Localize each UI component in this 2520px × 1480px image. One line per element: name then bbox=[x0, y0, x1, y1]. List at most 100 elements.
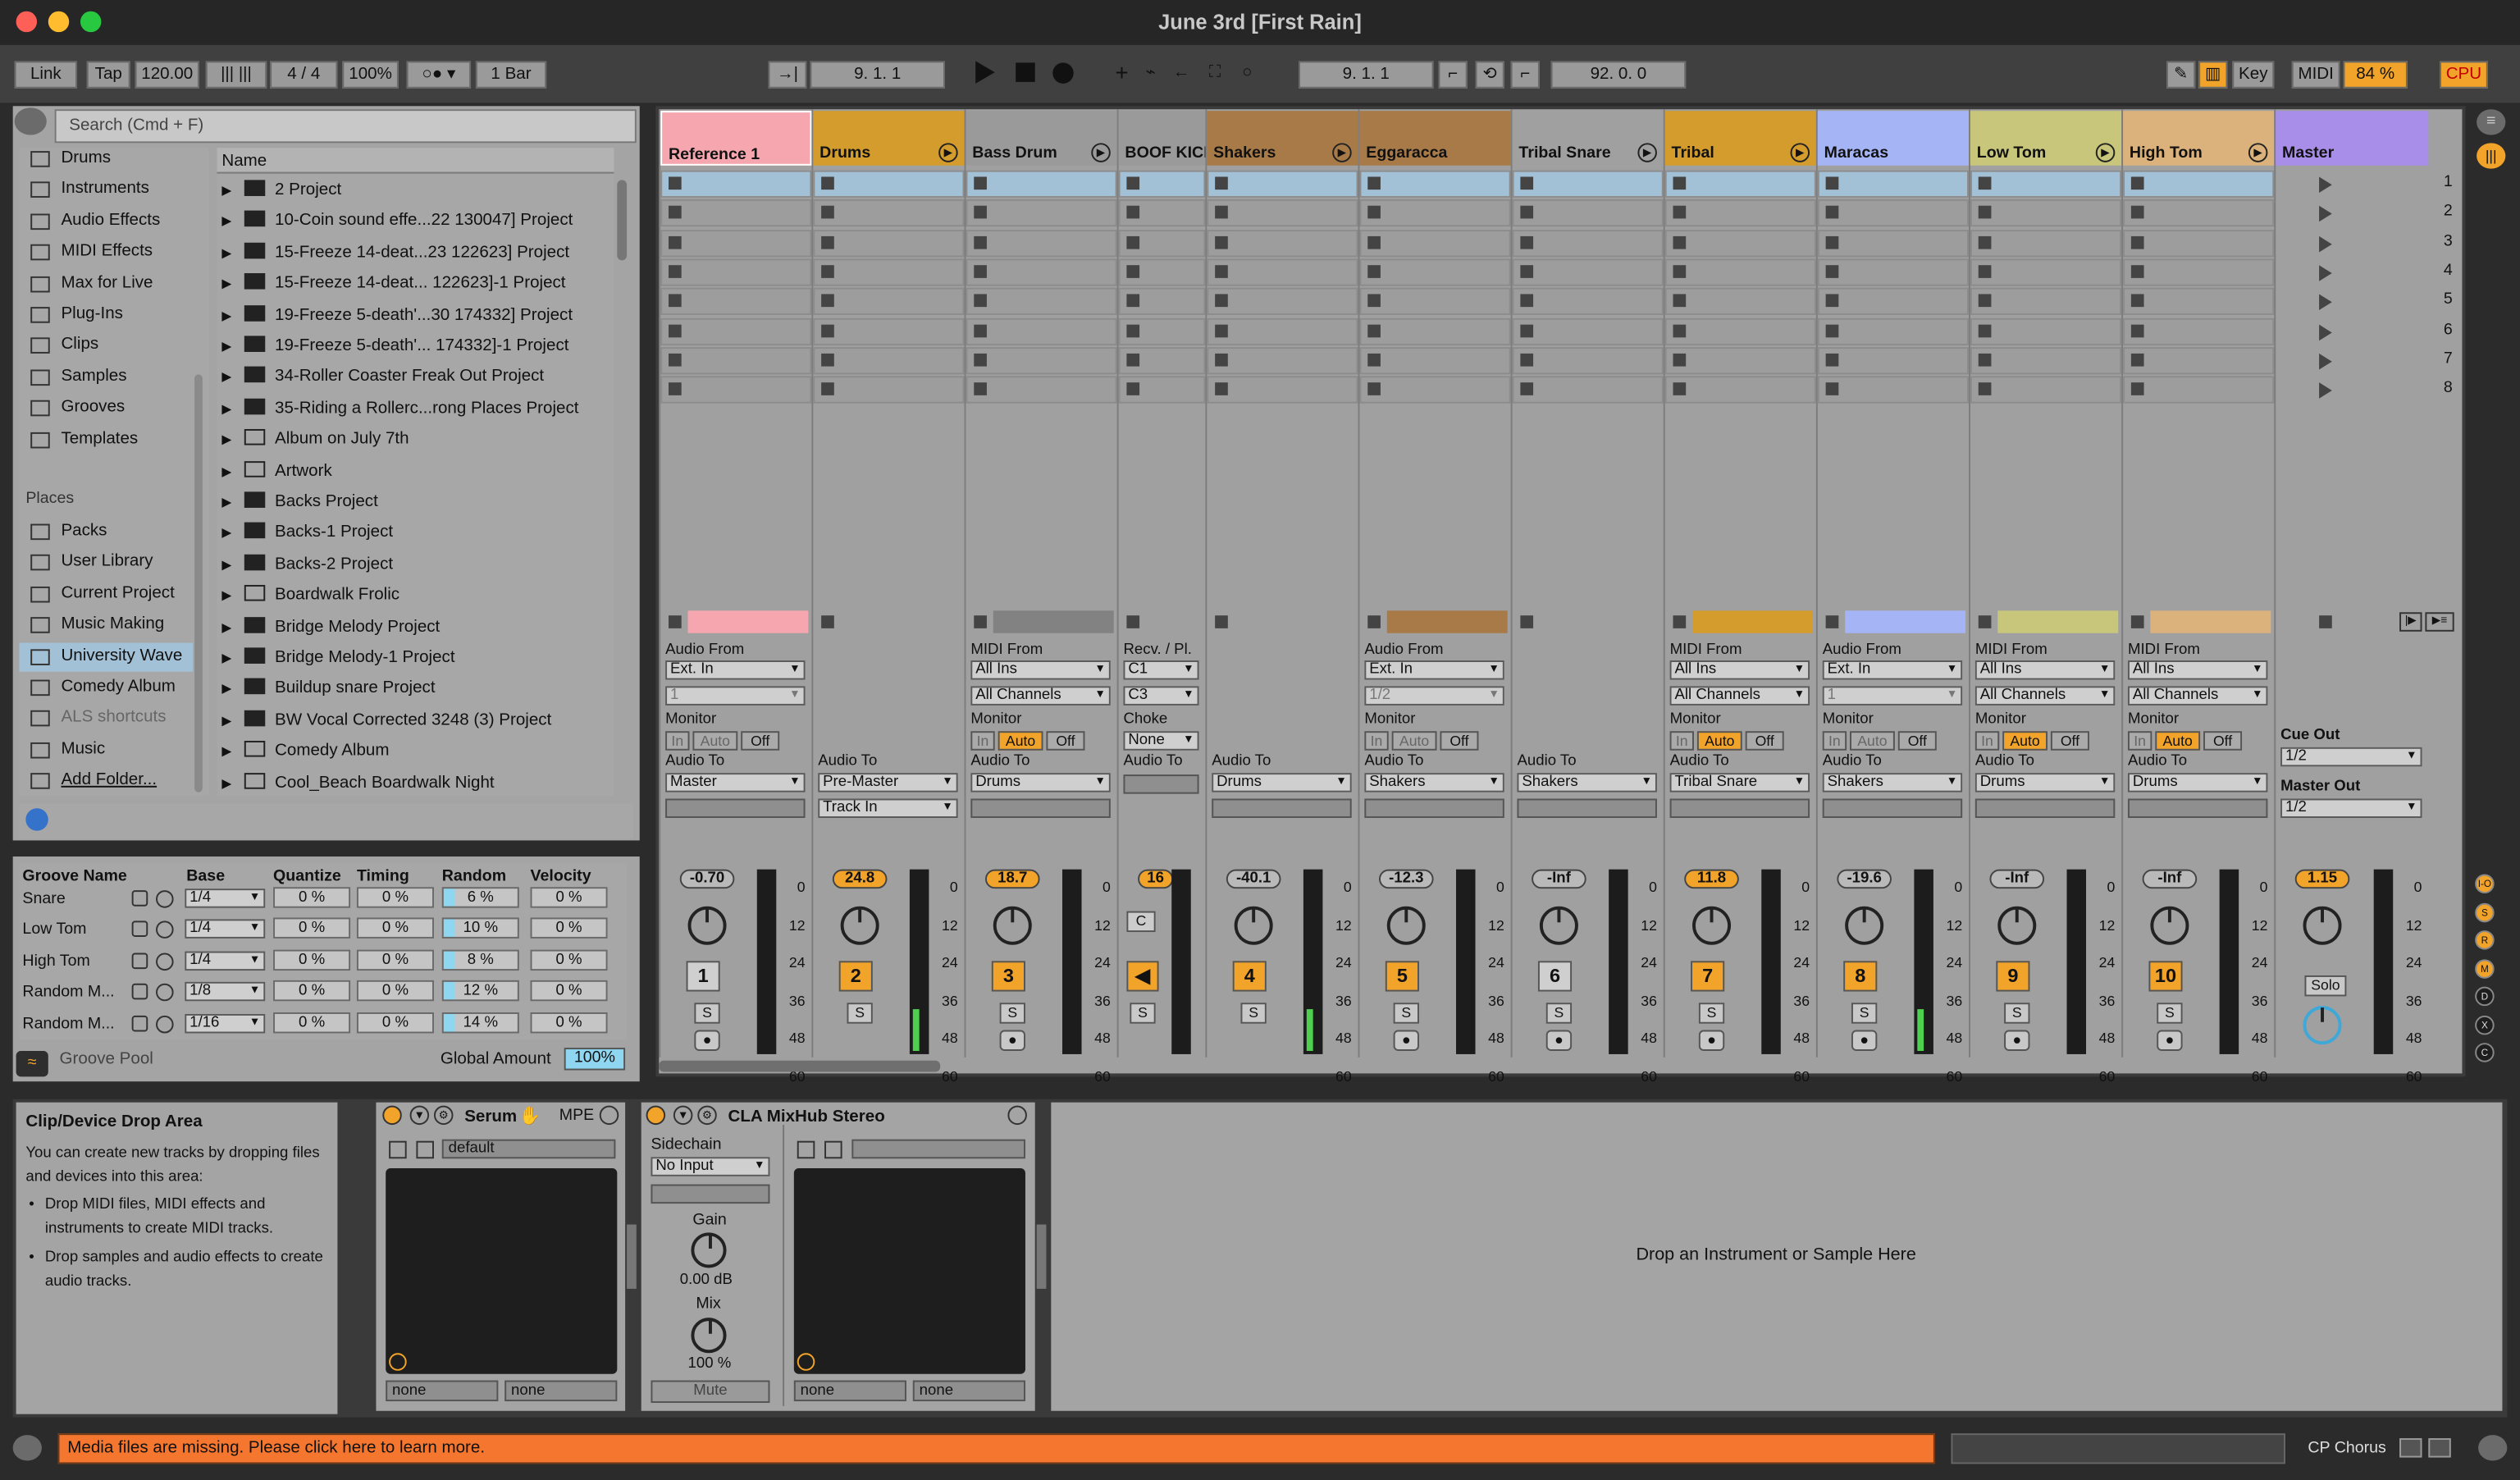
input-type-select[interactable]: Ext. In bbox=[665, 660, 806, 680]
back-to-arrangement-icon[interactable]: ← bbox=[1168, 61, 1194, 88]
browser-item[interactable]: ▶ 2 Project bbox=[221, 180, 341, 199]
expand-icon[interactable]: ▶ bbox=[221, 557, 244, 572]
group-fold-icon[interactable]: ▶ bbox=[2095, 143, 2116, 162]
groove-name[interactable]: High Tom bbox=[22, 952, 89, 971]
browser-item[interactable]: ▶ Buildup snare Project bbox=[221, 678, 436, 698]
sidebar-item-midi-effects[interactable]: MIDI Effects bbox=[61, 241, 153, 261]
input-channel-select[interactable]: 1 bbox=[665, 686, 806, 706]
expand-icon[interactable]: ▶ bbox=[221, 588, 244, 603]
clip-slot[interactable] bbox=[966, 199, 1117, 227]
expand-icon[interactable]: ▶ bbox=[221, 775, 244, 790]
clip-slot[interactable] bbox=[1970, 170, 2122, 198]
computer-midi-keyboard-icon[interactable]: ▥ bbox=[2198, 61, 2228, 89]
pan-knob[interactable] bbox=[1539, 906, 1578, 945]
clip-stop-icon[interactable] bbox=[1215, 176, 1228, 190]
track-stop-icon[interactable] bbox=[1520, 615, 1534, 628]
scene-launch-icon[interactable] bbox=[2319, 235, 2332, 252]
output-channel-select[interactable] bbox=[1364, 798, 1504, 818]
play-icon[interactable] bbox=[975, 61, 995, 84]
clip-slot[interactable] bbox=[966, 287, 1117, 316]
solo-button[interactable]: S bbox=[999, 1003, 1025, 1024]
mixhub-param-2[interactable]: none bbox=[912, 1380, 1025, 1402]
clip-slot[interactable] bbox=[1817, 170, 1970, 198]
clip-stop-icon[interactable] bbox=[1673, 323, 1687, 337]
input-type-select[interactable]: Ext. In bbox=[1364, 660, 1504, 680]
preview-icon[interactable] bbox=[25, 808, 48, 831]
capture-midi-icon[interactable]: ⛶ bbox=[1202, 61, 1227, 88]
pan-knob[interactable] bbox=[2150, 906, 2189, 945]
input-type-select[interactable]: C1 bbox=[1123, 660, 1199, 680]
mixer-section-toggle-icon[interactable]: C bbox=[2475, 1043, 2495, 1062]
sidebar-place-user-library[interactable]: User Library bbox=[61, 552, 153, 572]
groove-lock-icon[interactable] bbox=[131, 890, 148, 907]
clip-stop-icon[interactable] bbox=[1367, 264, 1381, 278]
mixhub-menu-icon[interactable] bbox=[1007, 1105, 1027, 1126]
output-channel-select[interactable] bbox=[665, 798, 806, 818]
mixhub-preset-field[interactable] bbox=[851, 1139, 1025, 1159]
clip-slot[interactable] bbox=[966, 376, 1117, 404]
expand-icon[interactable]: ▶ bbox=[221, 682, 244, 697]
overdub-icon[interactable]: + bbox=[1109, 60, 1134, 88]
track-header-maracas[interactable]: Maracas bbox=[1817, 111, 1970, 166]
output-select[interactable]: Shakers bbox=[1364, 773, 1504, 793]
solo-button[interactable]: S bbox=[1240, 1003, 1267, 1024]
mixer-section-toggle-icon[interactable]: D bbox=[2475, 986, 2495, 1007]
search-input[interactable]: Search (Cmd + F) bbox=[54, 109, 637, 144]
clip-slot[interactable] bbox=[1970, 258, 2122, 286]
session-record-icon[interactable]: ○ bbox=[1235, 61, 1260, 88]
solo-button[interactable]: S bbox=[694, 1003, 720, 1024]
expand-icon[interactable]: ▶ bbox=[221, 339, 244, 354]
mixhub-activator-icon[interactable] bbox=[646, 1105, 666, 1126]
clip-stop-icon[interactable] bbox=[669, 176, 682, 190]
master-out-select[interactable]: 1/2 bbox=[2280, 798, 2422, 818]
expand-icon[interactable]: ▶ bbox=[221, 432, 244, 447]
clip-stop-icon[interactable] bbox=[1978, 294, 1992, 308]
output-channel-select[interactable] bbox=[970, 798, 1111, 818]
output-channel-select[interactable] bbox=[1974, 798, 2116, 818]
clip-slot[interactable] bbox=[1664, 258, 1816, 286]
volume-field[interactable]: 24.8 bbox=[832, 869, 888, 889]
group-fold-icon[interactable]: ▶ bbox=[1091, 143, 1111, 162]
zoom-field[interactable]: 100% bbox=[342, 61, 399, 89]
pan-knob[interactable] bbox=[993, 906, 1032, 945]
scene-launch-icon[interactable] bbox=[2319, 206, 2332, 222]
clip-stop-icon[interactable] bbox=[1126, 294, 1140, 308]
clip-slot[interactable] bbox=[813, 287, 965, 316]
browser-item[interactable]: ▶ 19-Freeze 5-death'... 174332]-1 Project bbox=[221, 336, 568, 355]
clip-stop-icon[interactable] bbox=[1978, 353, 1992, 367]
clip-slot[interactable] bbox=[966, 229, 1117, 257]
clip-slot[interactable] bbox=[1817, 287, 1970, 316]
groove-lock-icon[interactable] bbox=[131, 921, 148, 938]
sidebar-item-templates[interactable]: Templates bbox=[61, 428, 138, 448]
expand-icon[interactable]: ▶ bbox=[221, 713, 244, 728]
sidebar-item-instruments[interactable]: Instruments bbox=[61, 179, 148, 199]
clip-slot[interactable] bbox=[1970, 229, 2122, 257]
clip-stop-icon[interactable] bbox=[1520, 235, 1534, 249]
clip-stop-icon[interactable] bbox=[821, 176, 834, 190]
input-channel-select[interactable]: C3 bbox=[1123, 686, 1199, 706]
scene-number[interactable]: 3 bbox=[2430, 232, 2453, 250]
groove-name[interactable]: Low Tom bbox=[22, 921, 86, 939]
groove-quantize[interactable]: 0 % bbox=[273, 1012, 351, 1033]
clip-slot[interactable] bbox=[1512, 199, 1664, 227]
expand-icon[interactable]: ▶ bbox=[221, 308, 244, 322]
mixer-section-toggle-icon[interactable]: X bbox=[2475, 1014, 2495, 1035]
arm-button[interactable]: ● bbox=[2004, 1030, 2030, 1052]
output-channel-select[interactable] bbox=[1822, 798, 1963, 818]
solo-button[interactable]: S bbox=[2157, 1003, 2183, 1024]
groove-velocity[interactable]: 0 % bbox=[530, 1012, 608, 1033]
volume-field[interactable]: -19.6 bbox=[1837, 869, 1892, 889]
clip-stop-icon[interactable] bbox=[1825, 323, 1839, 337]
volume-field[interactable]: 11.8 bbox=[1684, 869, 1739, 889]
sidebar-place-university-wave[interactable]: University Wave bbox=[61, 646, 182, 665]
clip-slot[interactable] bbox=[1664, 229, 1816, 257]
output-select[interactable]: Master bbox=[665, 773, 806, 793]
track-activator-button[interactable]: 4 bbox=[1232, 961, 1267, 992]
groove-random[interactable]: 6 % bbox=[441, 887, 519, 908]
clip-stop-icon[interactable] bbox=[2130, 206, 2144, 219]
sidebar-place-music[interactable]: Music bbox=[61, 739, 105, 759]
volume-field[interactable]: -0.70 bbox=[679, 869, 735, 889]
groove-base-select[interactable]: 1/4 bbox=[185, 888, 266, 908]
save-preset-icon[interactable] bbox=[416, 1140, 434, 1159]
clip-slot[interactable] bbox=[1359, 287, 1511, 316]
